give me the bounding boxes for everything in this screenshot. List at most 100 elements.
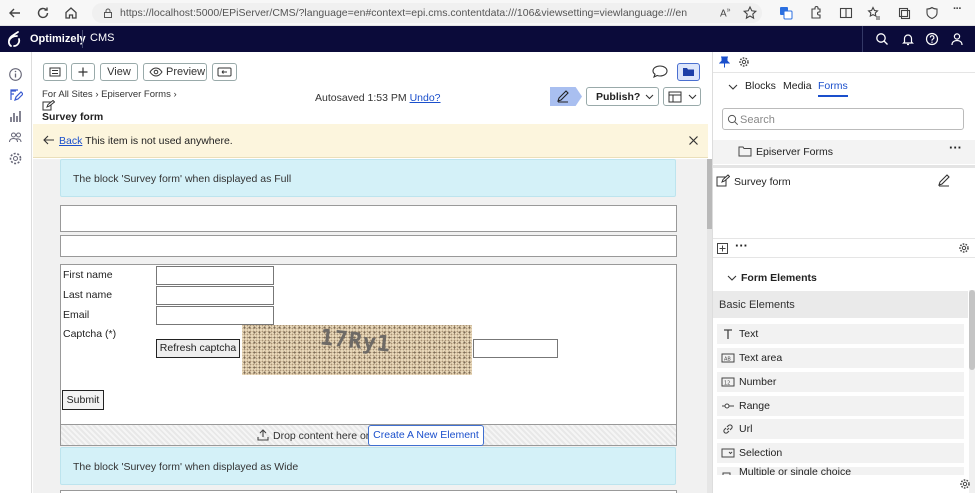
more-options-icon[interactable]: ··· xyxy=(953,3,969,19)
cms-section-label[interactable]: CMS xyxy=(90,32,114,44)
search-input[interactable]: Search xyxy=(722,108,964,130)
panel-settings-gear-icon[interactable] xyxy=(738,56,750,68)
collections-icon[interactable] xyxy=(896,5,912,21)
panel-actions-bar: ··· xyxy=(713,238,975,258)
info-icon[interactable] xyxy=(8,67,23,82)
captcha-image: 17Ry1 xyxy=(242,325,472,375)
back-link[interactable]: Back xyxy=(59,135,82,147)
folder-row[interactable]: Episerver Forms ··· xyxy=(713,140,975,164)
element-text-area[interactable]: AB Text area xyxy=(717,348,964,368)
create-new-element-button[interactable]: Create A New Element xyxy=(368,425,484,446)
refresh-captcha-button[interactable]: Refresh captcha xyxy=(156,339,240,358)
survey-form-preview: First name Last name Email Captcha (*) R… xyxy=(60,264,677,424)
refresh-icon[interactable] xyxy=(35,5,51,21)
breadcrumb-item-all-sites[interactable]: For All Sites xyxy=(42,89,93,100)
more-actions-icon[interactable]: ··· xyxy=(735,238,748,253)
publish-button[interactable]: Publish? xyxy=(586,87,659,106)
element-label: Selection xyxy=(739,447,783,459)
pencil-icon xyxy=(556,90,570,103)
notifications-bell-icon[interactable] xyxy=(901,32,915,46)
panel-splitter[interactable] xyxy=(713,165,975,168)
pin-icon[interactable] xyxy=(719,56,730,68)
element-selection[interactable]: Selection xyxy=(717,443,964,463)
first-name-input[interactable] xyxy=(156,266,274,285)
edit-pencil-icon[interactable] xyxy=(937,174,951,187)
assets-pane-toggle-button[interactable] xyxy=(677,63,700,81)
tree-toggle-button[interactable] xyxy=(43,63,67,81)
search-icon[interactable] xyxy=(875,32,889,46)
content-drop-zone[interactable]: Drop content here or Create A New Elemen… xyxy=(60,424,677,446)
home-icon[interactable] xyxy=(63,5,79,21)
panel-scrollbar[interactable] xyxy=(969,290,975,493)
email-input[interactable] xyxy=(156,306,274,325)
translate-icon[interactable] xyxy=(778,5,794,21)
first-name-label: First name xyxy=(63,269,113,281)
brand-name: Optimizely xyxy=(30,33,86,45)
full-display-info: The block 'Survey form' when displayed a… xyxy=(60,159,676,197)
element-text[interactable]: Text xyxy=(717,324,964,344)
add-item-icon[interactable] xyxy=(717,243,728,254)
help-icon[interactable] xyxy=(925,32,939,46)
editing-mode-indicator[interactable] xyxy=(550,87,582,106)
optimizely-logo-icon[interactable] xyxy=(5,29,25,49)
scrollbar-thumb[interactable] xyxy=(969,290,975,370)
add-button[interactable] xyxy=(71,63,95,81)
comments-icon[interactable] xyxy=(651,64,669,80)
analytics-icon[interactable] xyxy=(8,109,23,124)
submit-button[interactable]: Submit xyxy=(62,390,104,410)
element-label: Number xyxy=(739,376,777,388)
collapse-chevron-icon[interactable] xyxy=(728,84,738,90)
folder-more-icon[interactable]: ··· xyxy=(949,140,962,155)
survey-form-item[interactable]: Survey form xyxy=(713,172,975,192)
edit-title-icon[interactable] xyxy=(42,100,55,111)
back-arrow-icon[interactable] xyxy=(43,135,55,145)
tab-forms[interactable]: Forms xyxy=(818,80,848,97)
breadcrumb-item-episerver-forms[interactable]: Episerver Forms xyxy=(101,89,171,100)
tab-blocks[interactable]: Blocks xyxy=(745,80,776,92)
page-title: Survey form xyxy=(42,111,104,123)
user-profile-icon[interactable] xyxy=(950,32,964,46)
extensions-icon[interactable] xyxy=(808,5,824,21)
edit-content-icon[interactable] xyxy=(8,88,23,103)
element-label: Url xyxy=(739,423,753,435)
split-screen-icon[interactable] xyxy=(838,5,854,21)
publish-label: Publish? xyxy=(596,91,641,103)
element-label: Range xyxy=(739,400,770,412)
favorite-star-icon[interactable] xyxy=(742,5,758,21)
read-aloud-icon[interactable]: A» xyxy=(720,7,736,23)
address-bar[interactable]: https://localhost:5000/EPiServer/CMS/?la… xyxy=(92,3,762,23)
users-icon[interactable] xyxy=(8,130,23,145)
layout-options-button[interactable] xyxy=(663,87,701,106)
tab-media[interactable]: Media xyxy=(783,80,812,92)
eye-icon xyxy=(149,67,163,77)
empty-block-placeholder[interactable] xyxy=(60,205,677,232)
basic-elements-header[interactable]: Basic Elements xyxy=(713,291,968,318)
svg-text:AB: AB xyxy=(724,357,731,363)
email-label: Email xyxy=(63,309,90,321)
layout-icon xyxy=(668,91,682,103)
last-name-input[interactable] xyxy=(156,286,274,305)
element-multiple-choice[interactable]: Multiple or single choice xyxy=(717,467,964,475)
form-elements-header[interactable]: Form Elements xyxy=(713,266,975,290)
favorites-icon[interactable] xyxy=(866,5,882,21)
captcha-input[interactable] xyxy=(473,339,558,358)
undo-link[interactable]: Undo? xyxy=(410,92,441,104)
settings-gear-icon[interactable] xyxy=(8,151,23,166)
url-text: https://localhost:5000/EPiServer/CMS/?la… xyxy=(120,7,688,19)
assets-panel: Blocks Media Forms Search Episerver Form… xyxy=(712,52,975,493)
element-number[interactable]: 12 Number xyxy=(717,372,964,392)
choice-icon xyxy=(721,470,735,475)
preview-button[interactable]: Preview xyxy=(143,63,207,81)
bottom-gear-icon[interactable] xyxy=(959,478,971,490)
element-range[interactable]: Range xyxy=(717,396,964,416)
text-icon xyxy=(721,327,735,341)
browser-essentials-icon[interactable] xyxy=(924,5,940,21)
empty-block-placeholder[interactable] xyxy=(60,235,677,257)
close-icon[interactable] xyxy=(688,135,699,146)
back-arrow-icon[interactable] xyxy=(7,5,23,21)
element-label: Multiple or single choice xyxy=(739,467,852,475)
gear-icon[interactable] xyxy=(958,242,970,254)
view-button[interactable]: View xyxy=(100,63,138,81)
element-url[interactable]: Url xyxy=(717,419,964,439)
compare-button[interactable] xyxy=(212,63,237,81)
